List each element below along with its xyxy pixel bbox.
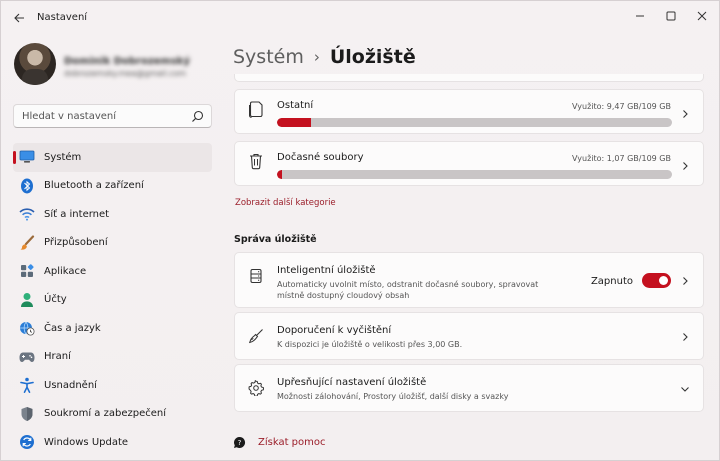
avatar[interactable] xyxy=(14,43,56,85)
sidebar-item-label: Usnadnění xyxy=(44,379,97,391)
usage-bar xyxy=(277,118,672,127)
document-icon xyxy=(249,101,263,118)
shield-icon xyxy=(19,406,35,422)
bluetooth-icon xyxy=(19,178,35,194)
sidebar-item-accounts[interactable]: Účty xyxy=(13,286,212,315)
sidebar-item-bluetooth[interactable]: Bluetooth a zařízení xyxy=(13,172,212,201)
sidebar-item-apps[interactable]: Aplikace xyxy=(13,257,212,286)
smart-storage-card[interactable]: Inteligentní úložiště Automaticky uvolni… xyxy=(234,252,704,308)
setting-description: Možnosti zálohování, Prostory úložišť, d… xyxy=(277,392,509,401)
trash-icon xyxy=(250,153,262,170)
globe-clock-icon xyxy=(19,320,35,336)
show-more-categories-link[interactable]: Zobrazit další kategorie xyxy=(235,198,336,208)
advanced-storage-settings-card[interactable]: Upřesňující nastavení úložiště Možnosti … xyxy=(234,364,704,412)
sidebar-item-label: Hraní xyxy=(44,351,71,363)
category-title: Ostatní xyxy=(277,100,314,111)
sidebar-item-label: Čas a jazyk xyxy=(44,322,101,334)
chevron-right-icon xyxy=(683,277,688,285)
sidebar-item-label: Aplikace xyxy=(44,265,87,277)
sidebar-item-label: Účty xyxy=(44,294,67,306)
breadcrumb-separator: › xyxy=(313,48,320,66)
breadcrumb: Systém › Úložiště xyxy=(233,44,416,70)
sidebar-item-network[interactable]: Síť a internet xyxy=(13,200,212,229)
sidebar-item-privacy[interactable]: Soukromí a zabezpečení xyxy=(13,400,212,429)
close-icon[interactable] xyxy=(687,5,717,27)
page-title: Úložiště xyxy=(329,46,416,68)
sidebar-item-gaming[interactable]: Hraní xyxy=(13,343,212,372)
sidebar-item-windows-update[interactable]: Windows Update xyxy=(13,428,212,457)
sidebar-item-personalization[interactable]: Přizpůsobení xyxy=(13,229,212,258)
minimize-icon[interactable] xyxy=(625,5,655,27)
sidebar-item-label: Bluetooth a zařízení xyxy=(44,180,144,192)
storage-drive-icon xyxy=(250,268,262,284)
toggle-state-label: Zapnuto xyxy=(590,276,633,287)
search-icon[interactable] xyxy=(191,110,204,123)
broom-icon xyxy=(249,329,263,344)
category-title: Dočasné soubory xyxy=(277,152,364,163)
storage-category-other[interactable]: Ostatní Využito: 9,47 GB/109 GB xyxy=(234,89,704,134)
brush-icon xyxy=(19,235,35,251)
svg-text:?: ? xyxy=(238,439,242,447)
active-indicator xyxy=(13,151,16,164)
sidebar-item-accessibility[interactable]: Usnadnění xyxy=(13,371,212,400)
chevron-right-icon xyxy=(683,110,688,118)
gear-icon xyxy=(248,380,264,396)
sidebar-item-label: Síť a internet xyxy=(44,208,110,220)
profile-email: dobrozemsky.mea@gmail.com xyxy=(64,69,187,78)
section-title: Správa úložiště xyxy=(234,234,317,245)
usage-bar-fill xyxy=(277,118,312,127)
search-box[interactable] xyxy=(13,104,212,128)
title-bar: Nastavení xyxy=(1,1,720,35)
sidebar-item-label: Windows Update xyxy=(44,436,129,448)
window-title: Nastavení xyxy=(37,12,88,23)
arrow-left-icon[interactable] xyxy=(9,8,29,28)
chevron-right-icon xyxy=(683,162,688,170)
get-help-label: Získat pomoc xyxy=(258,437,326,448)
sidebar-item-label: Přizpůsobení xyxy=(44,237,108,249)
maximize-icon[interactable] xyxy=(656,5,686,27)
category-usage: Využito: 9,47 GB/109 GB xyxy=(572,102,671,111)
setting-description: místně dostupný cloudový obsah xyxy=(277,291,410,300)
chevron-down-icon xyxy=(681,387,689,392)
get-help-link[interactable]: ? Získat pomoc xyxy=(233,436,326,449)
update-icon xyxy=(19,434,35,450)
accessibility-icon xyxy=(19,377,35,394)
sidebar-nav: Systém Bluetooth a zařízení Síť a intern… xyxy=(13,143,212,457)
scrolled-card-edge xyxy=(234,74,704,82)
usage-bar xyxy=(277,170,672,179)
help-chat-icon: ? xyxy=(234,436,246,448)
sidebar-item-label: Systém xyxy=(44,151,82,163)
setting-description: K dispozici je úložiště o velikosti přes… xyxy=(277,340,463,349)
setting-title: Doporučení k vyčištění xyxy=(277,325,392,336)
person-icon xyxy=(19,292,35,308)
setting-title: Upřesňující nastavení úložiště xyxy=(277,377,427,388)
monitor-icon xyxy=(19,149,35,165)
setting-title: Inteligentní úložiště xyxy=(277,265,376,276)
storage-category-temp-files[interactable]: Dočasné soubory Využito: 1,07 GB/109 GB xyxy=(234,141,704,186)
setting-description: Automaticky uvolnit místo, odstranit doč… xyxy=(277,280,539,289)
usage-bar-fill xyxy=(277,170,282,179)
apps-icon xyxy=(19,263,35,279)
smart-storage-toggle[interactable] xyxy=(642,273,671,288)
category-usage: Využito: 1,07 GB/109 GB xyxy=(572,154,671,163)
sidebar-item-label: Soukromí a zabezpečení xyxy=(44,408,167,420)
search-input[interactable] xyxy=(22,109,182,124)
toggle-knob xyxy=(659,276,668,285)
profile-name: Dominik Dobrozemský xyxy=(64,56,190,67)
sidebar-item-system[interactable]: Systém xyxy=(13,143,212,172)
cleanup-recommendations-card[interactable]: Doporučení k vyčištění K dispozici je úl… xyxy=(234,312,704,360)
breadcrumb-parent[interactable]: Systém xyxy=(233,46,304,68)
wifi-icon xyxy=(19,206,35,222)
sidebar-item-time-language[interactable]: Čas a jazyk xyxy=(13,314,212,343)
settings-window: Nastavení Dominik Dobrozemský dobrozemsk… xyxy=(0,0,720,461)
gamepad-icon xyxy=(19,349,35,365)
chevron-right-icon xyxy=(683,333,688,341)
